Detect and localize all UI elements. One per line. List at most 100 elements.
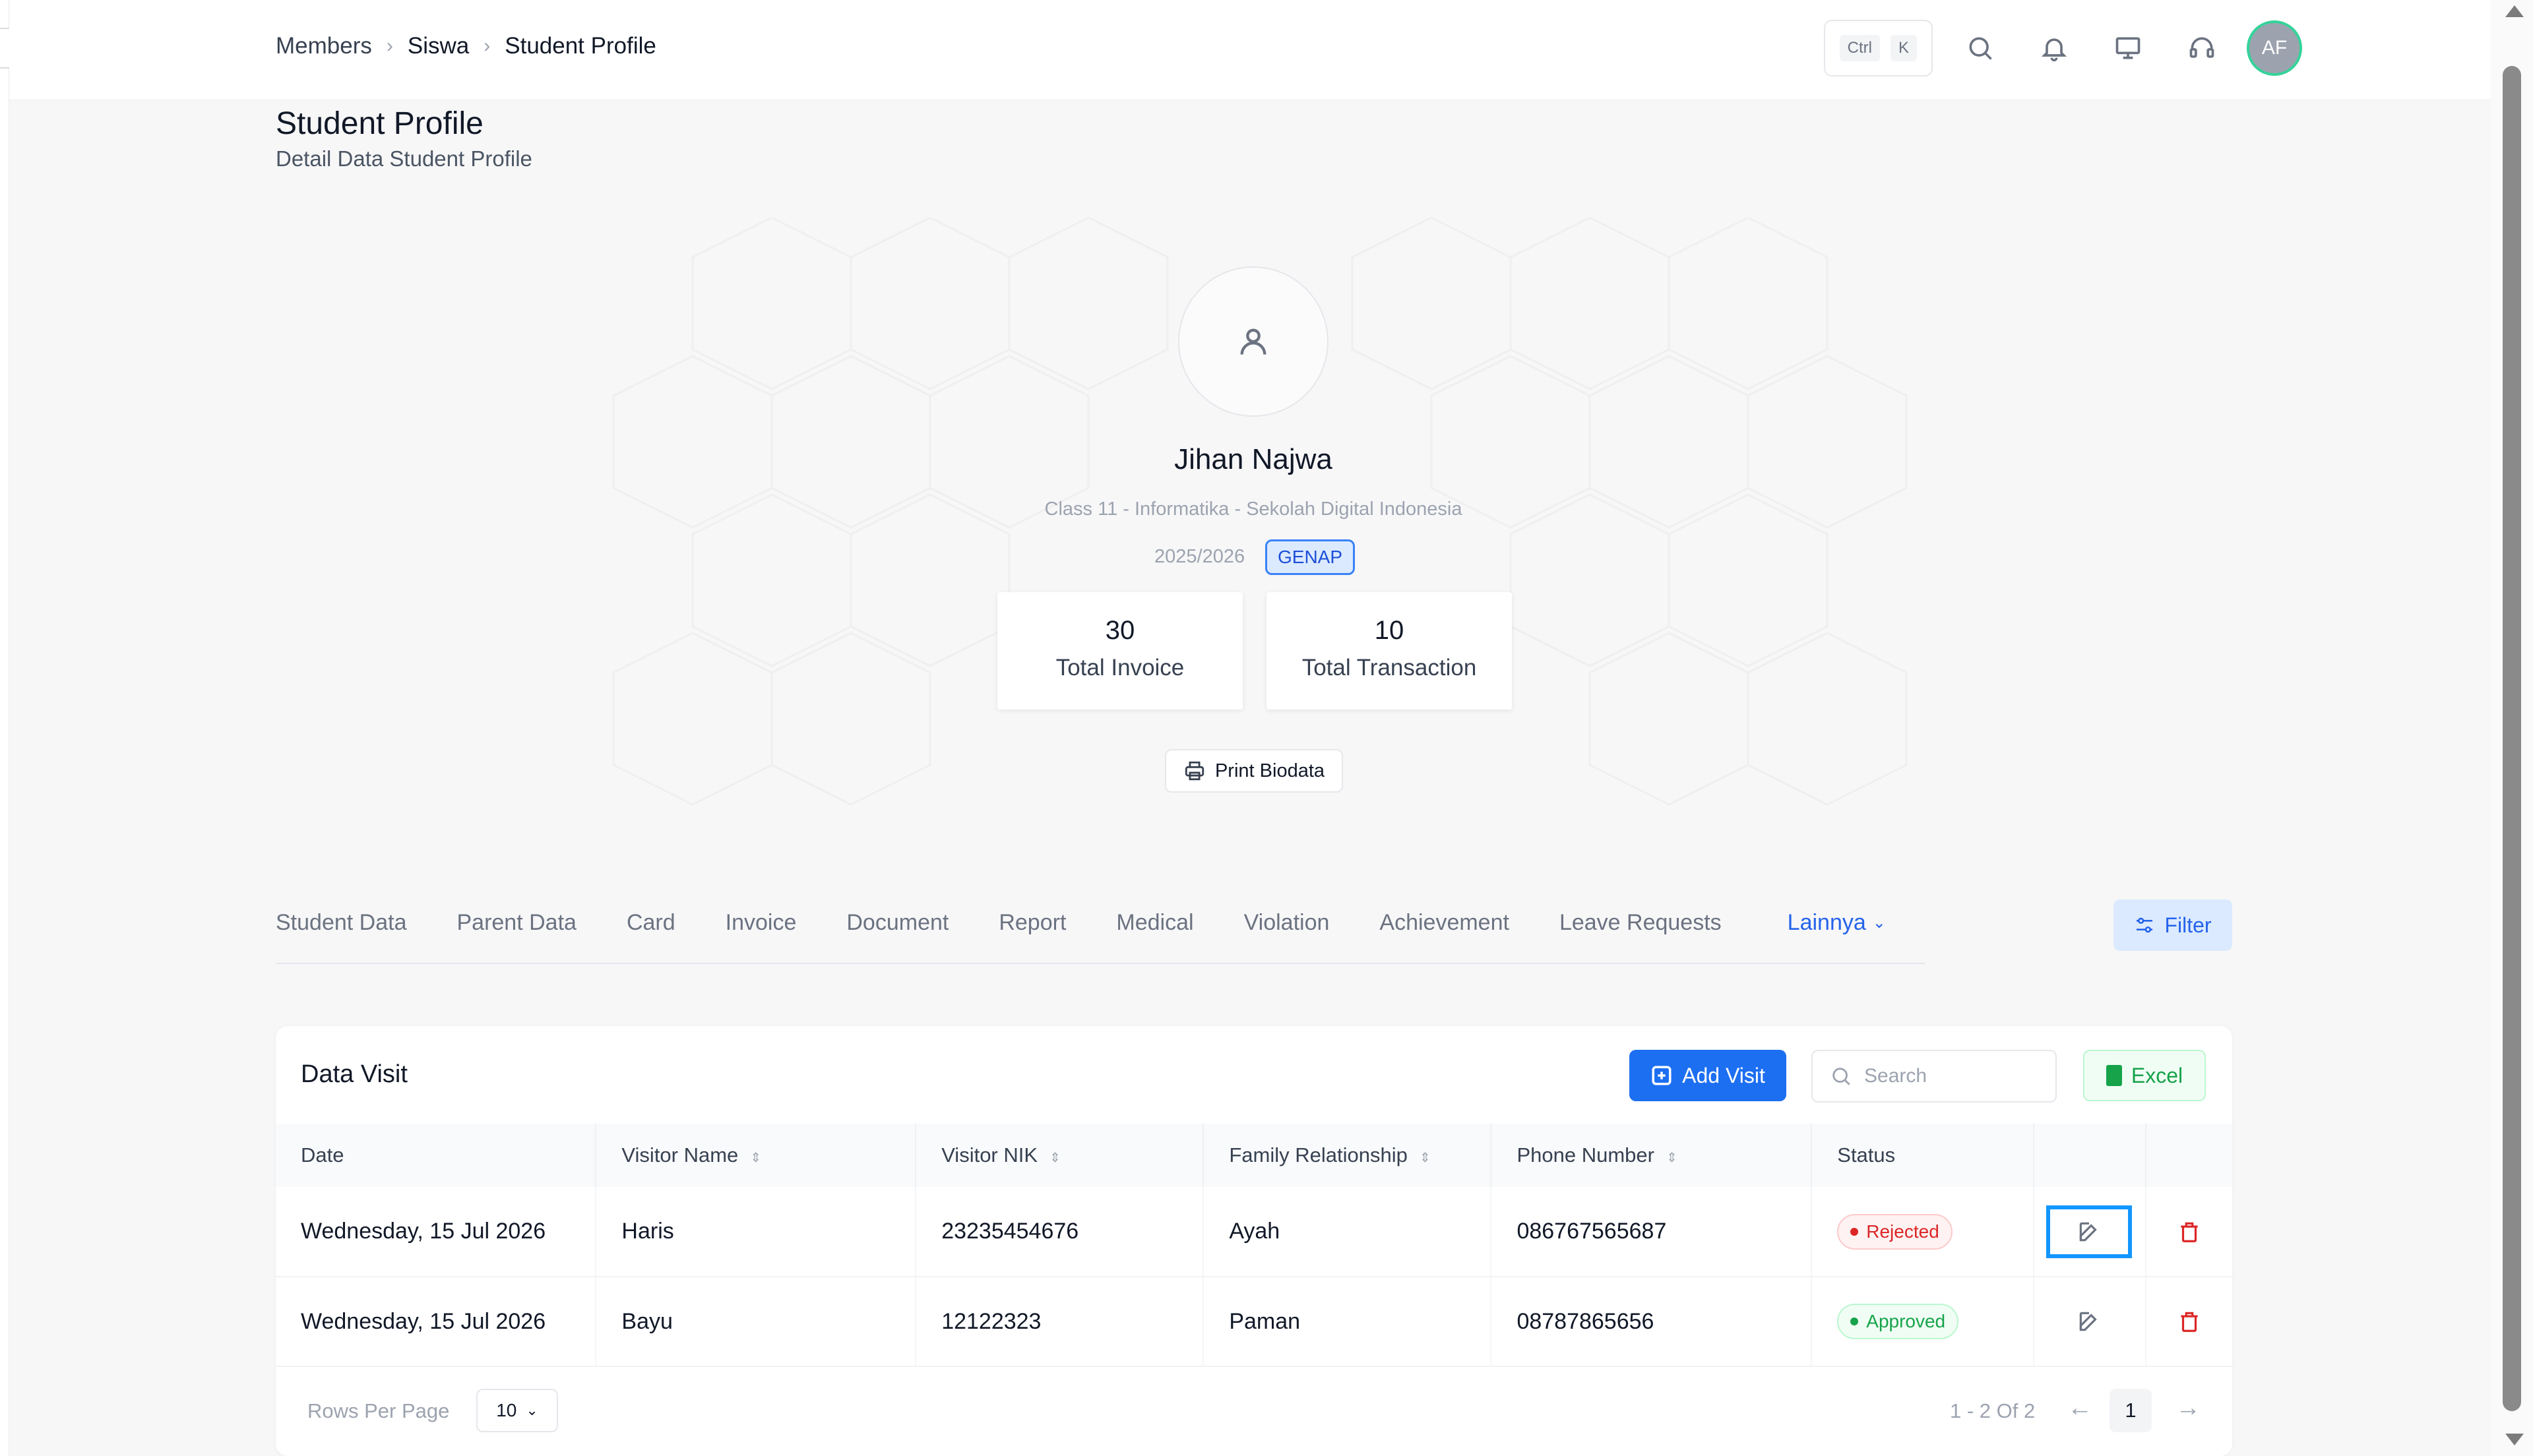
sort-icon[interactable]: ⇕ — [1666, 1151, 1677, 1165]
page-number-current[interactable]: 1 — [2110, 1389, 2152, 1432]
tab-parent-data[interactable]: Parent Data — [456, 902, 576, 936]
page-scrollbar[interactable] — [2491, 0, 2533, 1456]
cell-visitor-nik: 23235454676 — [916, 1187, 1204, 1277]
bell-icon[interactable] — [2028, 22, 2080, 75]
cell-delete — [2145, 1187, 2232, 1277]
tab-violation[interactable]: Violation — [1244, 902, 1330, 936]
tab-more-label: Lainnya — [1787, 910, 1866, 935]
column-header-phone-number[interactable]: Phone Number ⇕ — [1491, 1124, 1813, 1187]
rows-per-page-value: 10 — [496, 1400, 517, 1420]
column-header-status: Status — [1811, 1124, 2035, 1187]
scroll-thumb[interactable] — [2503, 66, 2521, 1411]
edit-icon — [2079, 1312, 2097, 1331]
breadcrumb-current: Student Profile — [505, 33, 656, 59]
cell-delete — [2145, 1277, 2232, 1367]
print-biodata-button[interactable]: Print Biodata — [1165, 749, 1343, 793]
stat-label: Total Invoice — [1055, 655, 1185, 681]
scroll-down-arrow[interactable] — [2505, 1434, 2524, 1445]
page-subtitle: Detail Data Student Profile — [276, 146, 532, 171]
print-biodata-label: Print Biodata — [1214, 760, 1325, 781]
headset-icon[interactable] — [2175, 22, 2228, 75]
stat-total-transaction: 10 Total Transaction — [1266, 592, 1512, 710]
status-dot — [1850, 1318, 1859, 1325]
status-badge: Approved — [1837, 1304, 1959, 1339]
top-bar: Members › Siswa › Student Profile Ctrl K… — [9, 0, 2491, 100]
edit-button[interactable] — [2046, 1205, 2133, 1258]
chevron-right-icon: › — [484, 35, 491, 57]
rows-per-page-select[interactable]: 10 ⌄ — [476, 1389, 558, 1432]
export-excel-button[interactable]: Excel — [2083, 1050, 2206, 1101]
tab-document[interactable]: Document — [846, 902, 949, 936]
filter-button[interactable]: Filter — [2113, 899, 2232, 951]
table-pagination: Rows Per Page 10 ⌄ 1 - 2 Of 2 ← 1 → — [276, 1365, 2232, 1444]
status-badge: Rejected — [1837, 1213, 1953, 1250]
tab-student-data[interactable]: Student Data — [276, 902, 406, 936]
printer-icon — [1185, 761, 1204, 781]
delete-button[interactable] — [2146, 1295, 2232, 1348]
column-header-visitor-name[interactable]: Visitor Name ⇕ — [596, 1124, 917, 1187]
column-header-visitor-nik[interactable]: Visitor NIK ⇕ — [916, 1124, 1204, 1187]
prev-page-arrow-icon[interactable]: ← — [2067, 1394, 2092, 1422]
cell-family-relationship: Paman — [1203, 1277, 1492, 1367]
sliders-icon — [2137, 917, 2153, 933]
tab-more-dropdown[interactable]: Lainnya ⌄ — [1788, 902, 1886, 936]
user-icon — [1240, 328, 1266, 355]
scroll-up-arrow[interactable] — [2505, 5, 2524, 17]
tab-card[interactable]: Card — [627, 902, 675, 936]
visit-search-input[interactable] — [1864, 1065, 2042, 1087]
cell-phone-number: 08787865656 — [1491, 1277, 1813, 1367]
cell-edit — [2034, 1277, 2146, 1367]
breadcrumb: Members › Siswa › Student Profile — [276, 33, 656, 59]
stat-label: Total Transaction — [1301, 655, 1477, 681]
edit-button[interactable] — [2046, 1295, 2132, 1348]
export-excel-label: Excel — [2131, 1063, 2183, 1087]
breadcrumb-siswa[interactable]: Siswa — [408, 33, 469, 59]
student-avatar — [1178, 266, 1329, 417]
chevron-down-icon: ⌄ — [1872, 914, 1886, 932]
top-actions: Ctrl K AF — [1823, 20, 2302, 76]
trash-icon — [2181, 1312, 2198, 1332]
sort-icon[interactable]: ⇕ — [1420, 1151, 1431, 1165]
kbd-k: K — [1890, 35, 1917, 61]
stat-total-invoice: 30 Total Invoice — [997, 592, 1243, 710]
add-visit-label: Add Visit — [1682, 1063, 1765, 1087]
tab-invoice[interactable]: Invoice — [726, 902, 797, 936]
cell-visitor-nik: 12122323 — [916, 1277, 1204, 1367]
trash-icon — [2181, 1222, 2198, 1242]
chevron-down-icon: ⌄ — [526, 1402, 538, 1418]
edit-icon — [2079, 1222, 2097, 1241]
tab-medical[interactable]: Medical — [1116, 902, 1193, 936]
plus-square-icon — [1652, 1066, 1672, 1085]
tab-leave-requests[interactable]: Leave Requests — [1559, 902, 1722, 936]
breadcrumb-members[interactable]: Members — [276, 33, 372, 59]
page: ‹ Members › Siswa › Student Profile Ctrl… — [0, 0, 2533, 1456]
search-icon[interactable] — [1954, 22, 2007, 75]
user-avatar[interactable]: AF — [2247, 20, 2302, 76]
cell-visitor-name: Haris — [596, 1187, 917, 1277]
table-row: Wednesday, 15 Jul 2026 Bayu 12122323 Pam… — [276, 1277, 2232, 1367]
status-dot — [1850, 1227, 1859, 1236]
monitor-icon[interactable] — [2102, 22, 2154, 75]
sort-icon[interactable]: ⇕ — [750, 1151, 761, 1165]
cell-status: Approved — [1811, 1277, 2035, 1367]
student-name: Jihan Najwa — [1174, 443, 1332, 475]
visit-search — [1811, 1050, 2057, 1103]
cell-edit — [2034, 1187, 2146, 1277]
command-palette-shortcut[interactable]: Ctrl K — [1823, 20, 1933, 76]
stat-value: 30 — [1105, 616, 1135, 645]
table-header-row: Date Visitor Name ⇕ Visitor NIK ⇕ Family R… — [276, 1124, 2232, 1187]
sort-icon[interactable]: ⇕ — [1049, 1151, 1061, 1165]
stat-value: 10 — [1374, 616, 1404, 645]
tab-achievement[interactable]: Achievement — [1379, 902, 1509, 936]
column-header-family-relationship[interactable]: Family Relationship ⇕ — [1203, 1124, 1492, 1187]
column-header-edit — [2034, 1124, 2146, 1187]
next-page-arrow-icon[interactable]: → — [2175, 1394, 2201, 1422]
tab-report[interactable]: Report — [999, 902, 1066, 936]
add-visit-button[interactable]: Add Visit — [1629, 1050, 1786, 1101]
excel-file-icon — [2106, 1065, 2122, 1086]
delete-button[interactable] — [2146, 1205, 2232, 1258]
column-header-date: Date — [276, 1124, 597, 1187]
left-sidebar-edge — [0, 0, 9, 1456]
kbd-ctrl: Ctrl — [1839, 35, 1880, 61]
semester-badge: GENAP — [1265, 539, 1356, 575]
